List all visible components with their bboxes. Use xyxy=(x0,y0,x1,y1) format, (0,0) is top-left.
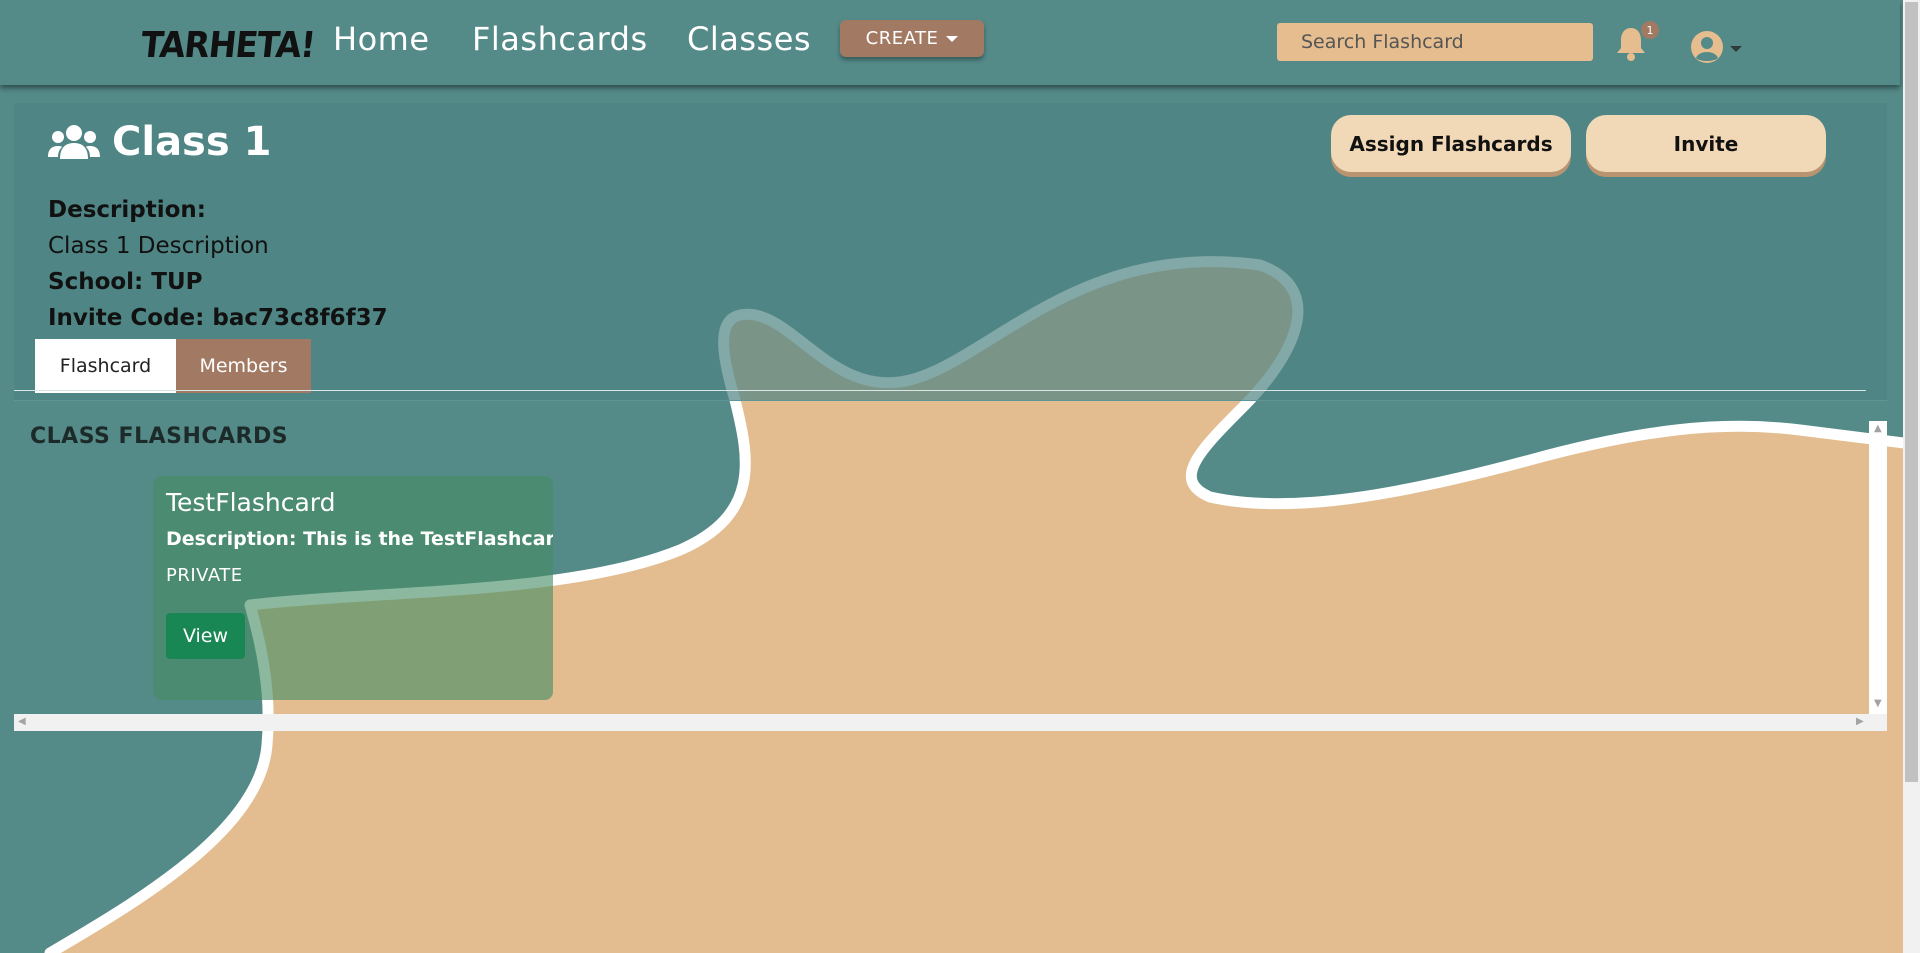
card-visibility: PRIVATE xyxy=(166,565,243,586)
tab-flashcard[interactable]: Flashcard xyxy=(35,339,176,393)
scroll-down-icon[interactable]: ▼ xyxy=(1874,698,1882,709)
description-label: Description: xyxy=(48,197,206,223)
flashcard-card: TestFlashcard Description: This is the T… xyxy=(153,476,553,700)
section-heading: CLASS FLASHCARDS xyxy=(30,424,289,449)
view-button[interactable]: View xyxy=(166,613,245,659)
nav-flashcards[interactable]: Flashcards xyxy=(472,20,648,58)
scroll-up-icon[interactable]: ▲ xyxy=(1874,423,1882,434)
create-label: CREATE xyxy=(865,28,939,49)
user-circle-icon xyxy=(1691,31,1723,63)
top-navbar: TARHETA! Home Flashcards Classes CREATE … xyxy=(0,0,1900,85)
page-scrollbar[interactable] xyxy=(1903,0,1920,953)
nav-classes[interactable]: Classes xyxy=(687,20,811,58)
school-info: School: TUP xyxy=(48,269,203,295)
horizontal-scrollbar[interactable]: ◀ ▶ xyxy=(14,714,1887,731)
tab-members[interactable]: Members xyxy=(176,339,311,393)
invite-code: Invite Code: bac73c8f6f37 xyxy=(48,305,388,331)
chevron-down-icon xyxy=(1730,46,1742,52)
class-header-panel: Class 1 Assign Flashcards Invite Descrip… xyxy=(14,103,1887,401)
brand-logo[interactable]: TARHETA! xyxy=(139,23,317,65)
tab-divider xyxy=(14,390,1866,391)
invite-button[interactable]: Invite xyxy=(1586,115,1826,172)
assign-flashcards-button[interactable]: Assign Flashcards xyxy=(1331,115,1571,172)
scroll-left-icon[interactable]: ◀ xyxy=(18,716,26,727)
search-input[interactable] xyxy=(1277,23,1593,61)
card-description: Description: This is the TestFlashcard D xyxy=(166,528,553,550)
page-title: Class 1 xyxy=(48,119,271,165)
card-title: TestFlashcard xyxy=(166,488,336,517)
scrollbar-thumb[interactable] xyxy=(1905,2,1918,782)
create-dropdown-button[interactable]: CREATE xyxy=(840,20,984,57)
scroll-right-icon[interactable]: ▶ xyxy=(1856,716,1864,727)
class-title-text: Class 1 xyxy=(112,119,272,165)
users-icon xyxy=(48,125,100,159)
class-description: Class 1 Description xyxy=(48,233,269,259)
flashcards-pane: CLASS FLASHCARDS TestFlashcard Descripti… xyxy=(14,401,1887,732)
user-menu[interactable] xyxy=(1690,30,1742,64)
vertical-scrollbar[interactable]: ▲ ▼ xyxy=(1869,421,1887,714)
chevron-down-icon xyxy=(946,35,959,42)
notification-badge: 1 xyxy=(1641,21,1659,39)
nav-home[interactable]: Home xyxy=(333,20,430,58)
